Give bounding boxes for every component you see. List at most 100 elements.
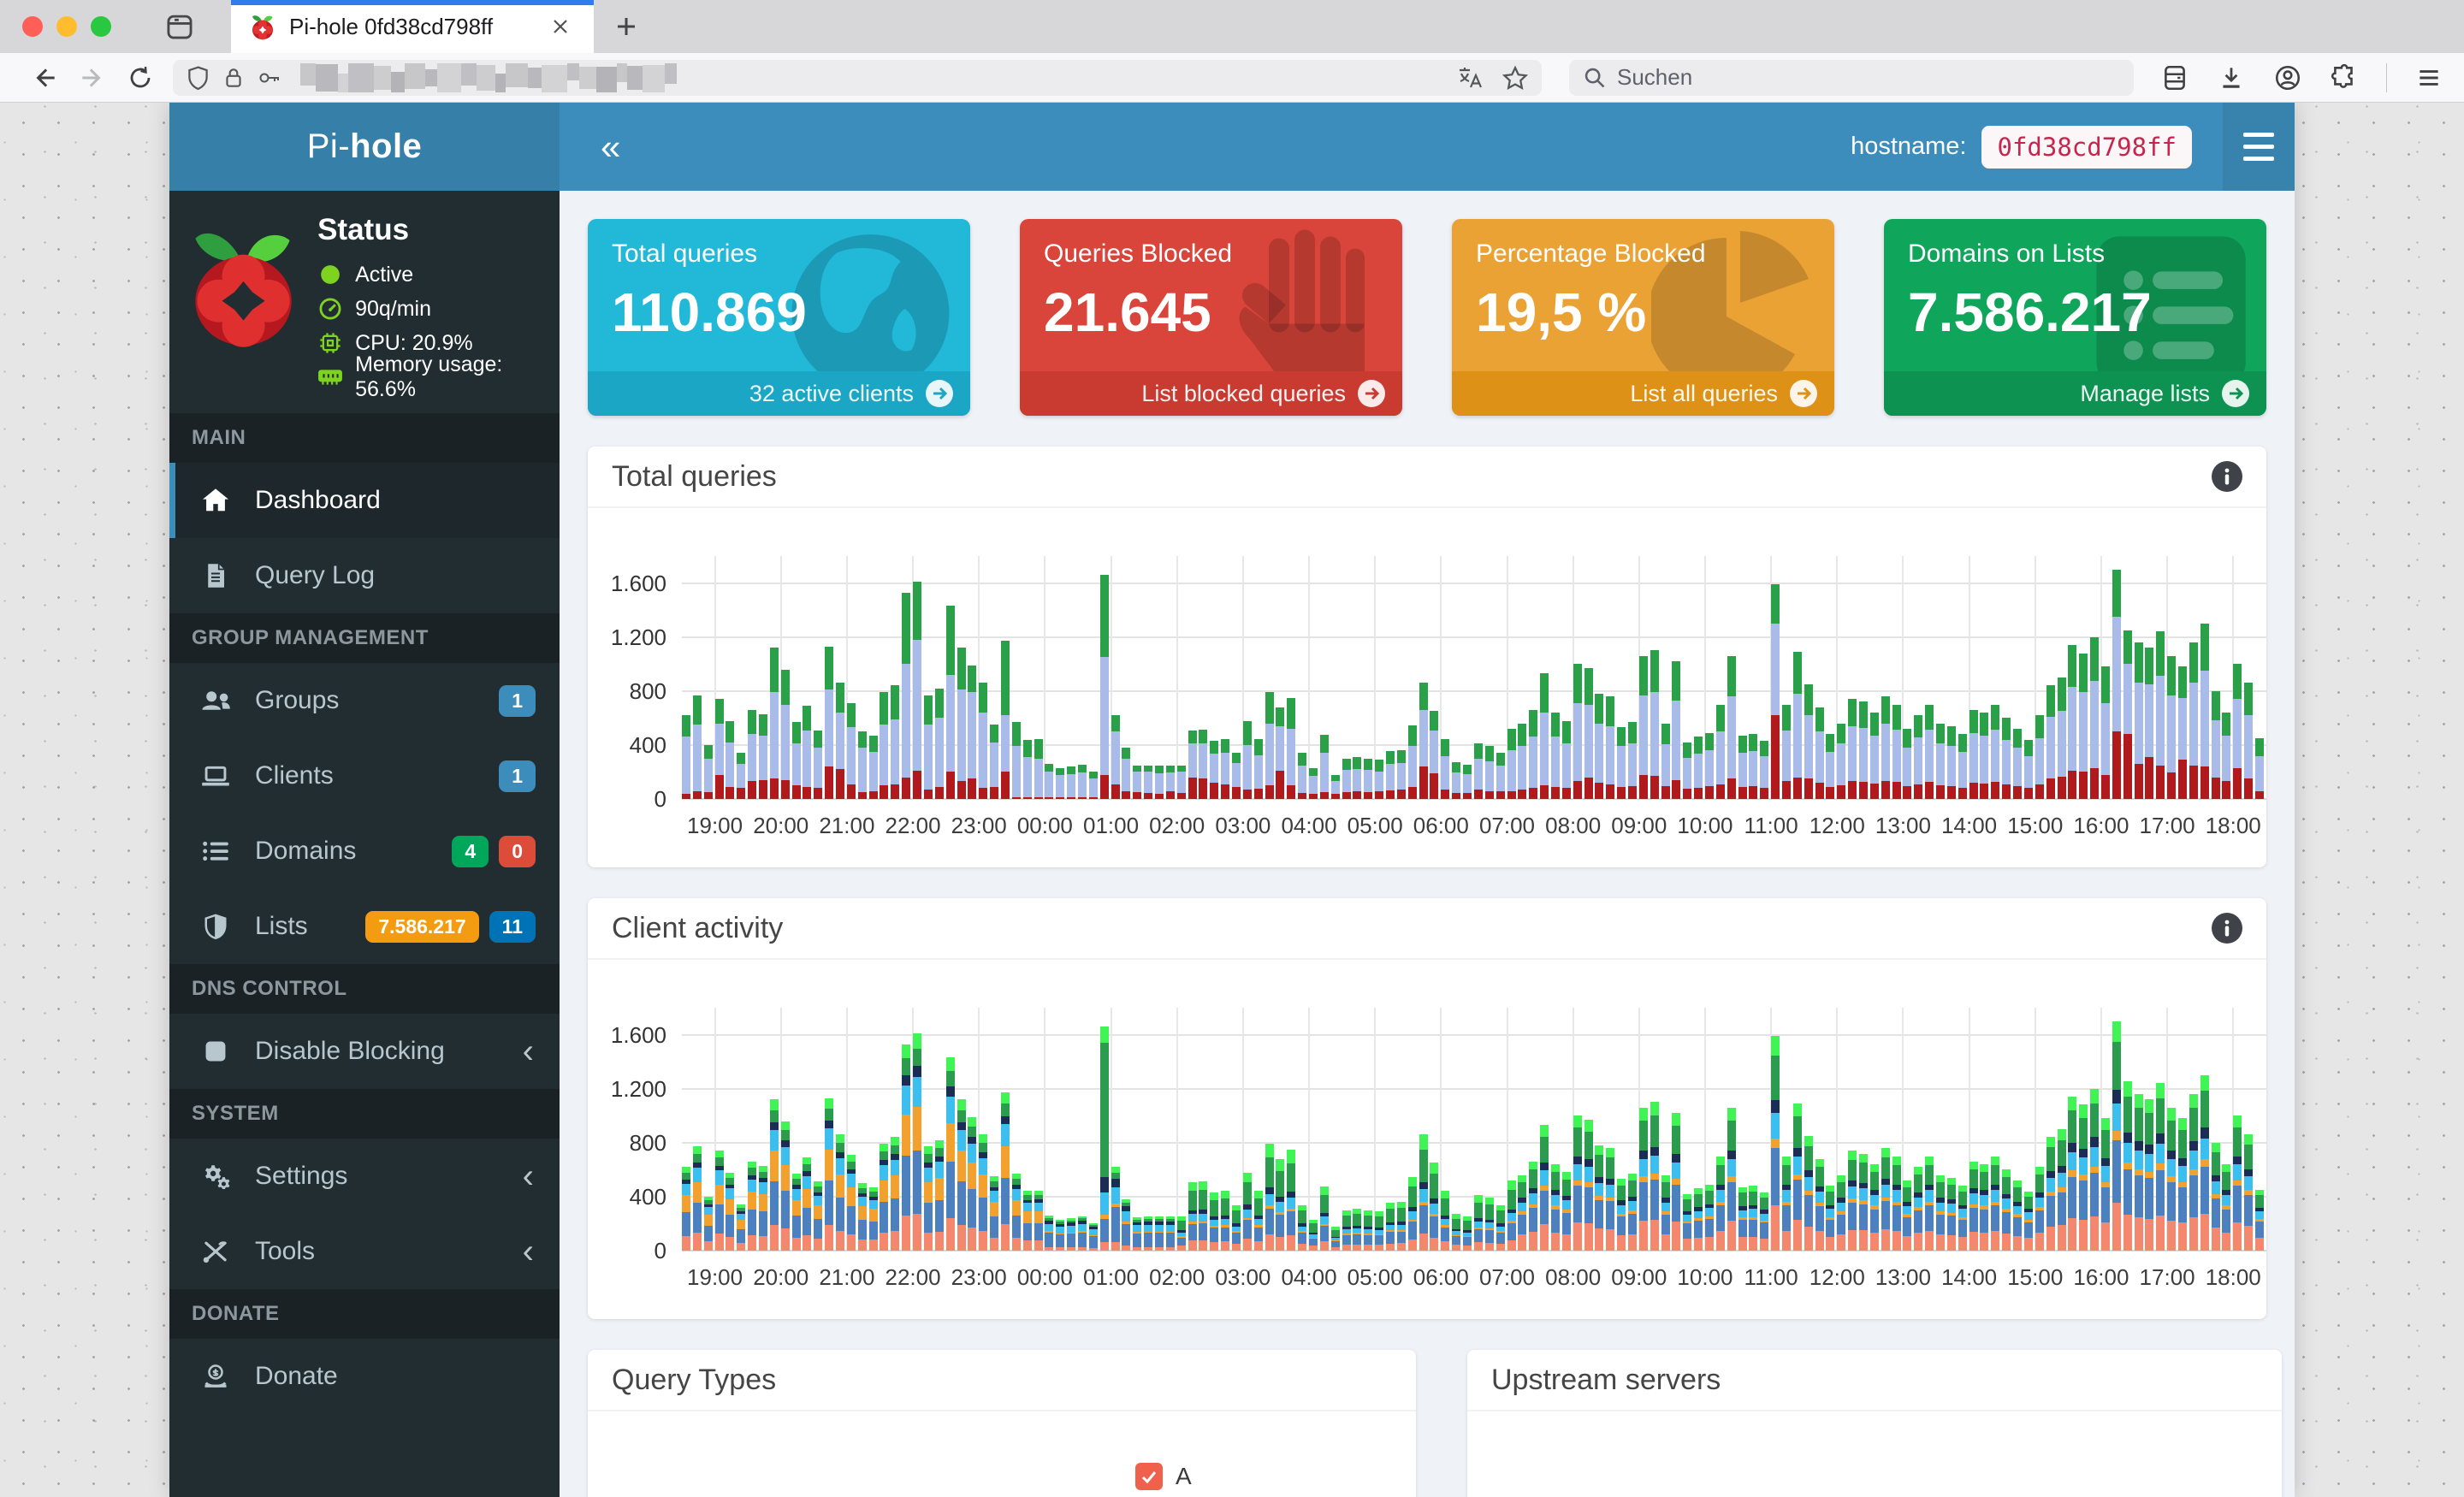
- chart-bar[interactable]: [957, 648, 966, 799]
- chart-bar[interactable]: [1661, 1175, 1670, 1251]
- chart-bar[interactable]: [1221, 738, 1230, 799]
- chart-bar[interactable]: [1342, 758, 1351, 799]
- chart-bar[interactable]: [1760, 1192, 1769, 1251]
- chart-bar[interactable]: [1034, 738, 1043, 799]
- chart-bar[interactable]: [1804, 683, 1813, 799]
- chart-bar[interactable]: [2123, 630, 2132, 799]
- chart-bar[interactable]: [1319, 735, 1329, 799]
- chart-bar[interactable]: [1683, 1193, 1692, 1251]
- chart-bar[interactable]: [1760, 741, 1769, 799]
- chart-bar[interactable]: [1253, 1190, 1263, 1251]
- chart-bar[interactable]: [2068, 645, 2077, 799]
- chart-bar[interactable]: [1265, 692, 1274, 799]
- chart-bar[interactable]: [1099, 575, 1109, 799]
- chart-bar[interactable]: [1881, 1148, 1890, 1251]
- chart-bar[interactable]: [1210, 1192, 1219, 1251]
- chart-bar[interactable]: [868, 735, 878, 799]
- chart-bar[interactable]: [2090, 636, 2100, 799]
- chart-bar[interactable]: [836, 683, 845, 799]
- chart-bar[interactable]: [891, 685, 900, 799]
- chart-bar[interactable]: [1484, 746, 1494, 799]
- info-icon[interactable]: [2212, 913, 2242, 944]
- chart-bar[interactable]: [1386, 1203, 1395, 1251]
- browser-tab[interactable]: Pi-hole 0fd38cd798ff: [231, 0, 594, 53]
- chart-bar[interactable]: [1704, 732, 1714, 799]
- chart-bar[interactable]: [703, 744, 713, 799]
- chart-bar[interactable]: [1253, 738, 1263, 799]
- chart-bar[interactable]: [1067, 766, 1076, 799]
- chart-bar[interactable]: [1980, 713, 1989, 799]
- chart-bar[interactable]: [1792, 1104, 1802, 1251]
- chart-bar[interactable]: [1946, 725, 1956, 799]
- chart-bar[interactable]: [934, 688, 944, 799]
- chart-bar[interactable]: [2002, 718, 2011, 799]
- chart-bar[interactable]: [1573, 664, 1582, 799]
- chart-bar[interactable]: [1661, 723, 1670, 799]
- chart-bar[interactable]: [1165, 765, 1175, 799]
- chart-bar[interactable]: [1738, 1186, 1747, 1251]
- chart-bar[interactable]: [1595, 1145, 1604, 1251]
- chart-bar[interactable]: [1958, 1186, 1967, 1251]
- chart-bar[interactable]: [846, 702, 856, 799]
- chart-bar[interactable]: [1869, 713, 1879, 799]
- total-queries-chart[interactable]: 0 400 800 1.200 1.600 19:00 20:00 21:00 22:00 23:…: [588, 508, 2266, 867]
- chart-bar[interactable]: [1077, 764, 1087, 799]
- chart-bar[interactable]: [2211, 690, 2220, 799]
- chart-bar[interactable]: [902, 1044, 911, 1251]
- chart-bar[interactable]: [1265, 1144, 1274, 1251]
- chart-bar[interactable]: [1969, 1161, 1978, 1251]
- chart-bar[interactable]: [2200, 1074, 2209, 1251]
- chart-bar[interactable]: [2046, 1137, 2055, 1251]
- chart-bar[interactable]: [1980, 1164, 1989, 1251]
- chart-bar[interactable]: [1298, 1204, 1307, 1251]
- tracking-shield-icon[interactable]: [187, 65, 210, 91]
- chart-bar[interactable]: [2244, 683, 2254, 799]
- chart-bar[interactable]: [1792, 652, 1802, 799]
- chart-bar[interactable]: [748, 709, 757, 799]
- chart-bar[interactable]: [1727, 1107, 1736, 1251]
- chart-bar[interactable]: [1771, 584, 1780, 799]
- chart-bar[interactable]: [1441, 1190, 1450, 1251]
- card-footer-link[interactable]: List blocked queries: [1020, 371, 1402, 416]
- chart-bar[interactable]: [759, 713, 768, 799]
- chart-bar[interactable]: [1221, 1190, 1230, 1251]
- chart-bar[interactable]: [682, 1167, 690, 1251]
- chart-bar[interactable]: [1903, 1180, 1912, 1251]
- chart-bar[interactable]: [1650, 650, 1659, 799]
- chart-bar[interactable]: [1154, 1216, 1164, 1251]
- chart-bar[interactable]: [1407, 725, 1417, 799]
- sidebar-item-groups[interactable]: Groups 1: [169, 663, 560, 738]
- chart-bar[interactable]: [857, 731, 867, 799]
- chart-bar[interactable]: [1815, 1158, 1824, 1251]
- chart-bar[interactable]: [1188, 1181, 1197, 1251]
- chart-bar[interactable]: [1452, 1214, 1461, 1251]
- sidebar-item-settings[interactable]: Settings ‹: [169, 1139, 560, 1214]
- chart-bar[interactable]: [1771, 1036, 1780, 1251]
- chart-bar[interactable]: [1704, 1184, 1714, 1251]
- card-footer-link[interactable]: 32 active clients: [588, 371, 970, 416]
- chart-bar[interactable]: [1144, 1216, 1153, 1251]
- sidebar-item-clients[interactable]: Clients 1: [169, 738, 560, 814]
- chart-bar[interactable]: [1298, 753, 1307, 799]
- chart-bar[interactable]: [2189, 1093, 2198, 1251]
- chart-bar[interactable]: [913, 581, 922, 799]
- search-bar[interactable]: Suchen: [1569, 59, 2134, 96]
- chart-bar[interactable]: [990, 725, 999, 799]
- chart-bar[interactable]: [1518, 723, 1527, 799]
- chart-bar[interactable]: [1022, 739, 1032, 799]
- chart-bar[interactable]: [1627, 1174, 1637, 1251]
- chart-bar[interactable]: [1518, 1175, 1527, 1251]
- card-footer-link[interactable]: Manage lists: [1884, 371, 2266, 416]
- chart-bar[interactable]: [1848, 699, 1857, 799]
- chart-bar[interactable]: [1407, 1176, 1417, 1251]
- chart-bar[interactable]: [2057, 677, 2066, 799]
- chart-bar[interactable]: [1034, 1190, 1043, 1251]
- chart-bar[interactable]: [1484, 1198, 1494, 1251]
- chart-bar[interactable]: [1342, 1210, 1351, 1251]
- chart-bar[interactable]: [1088, 771, 1098, 799]
- chart-bar[interactable]: [1396, 750, 1406, 799]
- chart-bar[interactable]: [2167, 1107, 2177, 1251]
- chart-bar[interactable]: [1353, 757, 1362, 799]
- chart-bar[interactable]: [1000, 641, 1010, 799]
- sidebar-item-lists[interactable]: Lists 7.586.217 11: [169, 889, 560, 964]
